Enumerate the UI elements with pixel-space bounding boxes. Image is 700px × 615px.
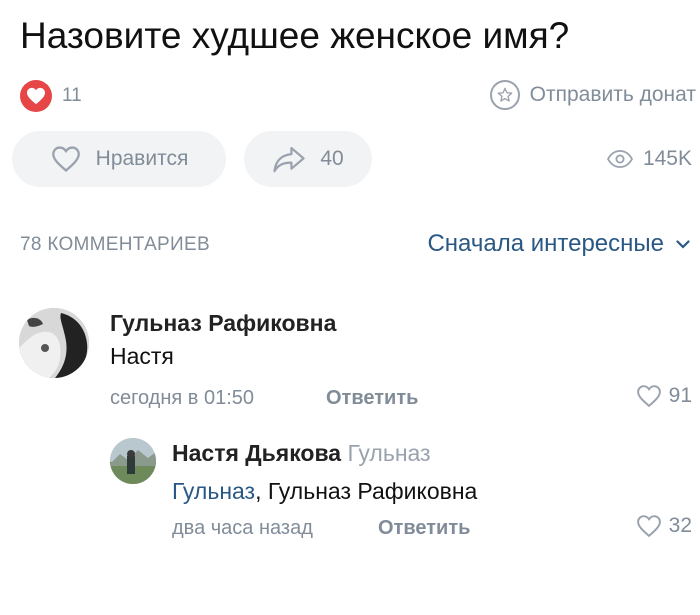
reply-like-button[interactable]: 32	[635, 514, 692, 538]
comments-count: 78 КОММЕНТАРИЕВ	[20, 234, 210, 255]
share-button[interactable]: 40	[244, 131, 372, 187]
reply-text-rest: , Гульназ Рафиковна	[255, 478, 478, 504]
share-count: 40	[320, 147, 344, 170]
donate-button[interactable]: Отправить донат	[489, 77, 696, 113]
comment-text: Настя	[110, 343, 174, 369]
sort-dropdown[interactable]: Сначала интересные	[427, 230, 690, 258]
avatar[interactable]	[19, 308, 89, 378]
mention-link[interactable]: Гульназ	[172, 478, 255, 504]
reply-author[interactable]: Настя Дьякова Гульназ	[172, 440, 431, 467]
avatar[interactable]	[110, 438, 156, 484]
views-counter: 145K	[606, 143, 692, 175]
reply-like-count: 32	[668, 514, 692, 537]
like-button-label: Нравится	[95, 147, 189, 170]
chevron-down-icon	[676, 239, 690, 249]
comment-like-button[interactable]: 91	[635, 384, 692, 408]
heart-icon	[636, 385, 661, 408]
donate-label: Отправить донат	[529, 83, 696, 106]
reply-time: два часа назад	[172, 517, 313, 539]
liked-heart-badge[interactable]	[20, 80, 52, 112]
views-count: 145K	[642, 147, 692, 170]
like-button[interactable]: Нравится	[12, 131, 226, 187]
reply-button[interactable]: Ответить	[326, 387, 418, 410]
reply-to-name[interactable]: Гульназ	[348, 440, 431, 466]
eye-icon	[606, 150, 633, 168]
post-title: Назовите худшее женское имя?	[20, 15, 570, 56]
heart-icon	[636, 515, 661, 538]
reply-author-name[interactable]: Настя Дьякова	[172, 440, 341, 466]
star-icon	[489, 80, 520, 110]
comment-author[interactable]: Гульназ Рафиковна	[110, 310, 336, 337]
heart-icon	[51, 146, 80, 172]
comment-time: сегодня в 01:50	[110, 387, 254, 409]
reply-button[interactable]: Ответить	[378, 517, 470, 540]
sort-label: Сначала интересные	[427, 230, 664, 257]
likes-count: 11	[62, 85, 82, 106]
heart-icon	[27, 87, 45, 105]
reply-text: Гульназ, Гульназ Рафиковна	[172, 478, 477, 505]
comment-like-count: 91	[668, 384, 692, 407]
share-arrow-icon	[273, 146, 305, 173]
